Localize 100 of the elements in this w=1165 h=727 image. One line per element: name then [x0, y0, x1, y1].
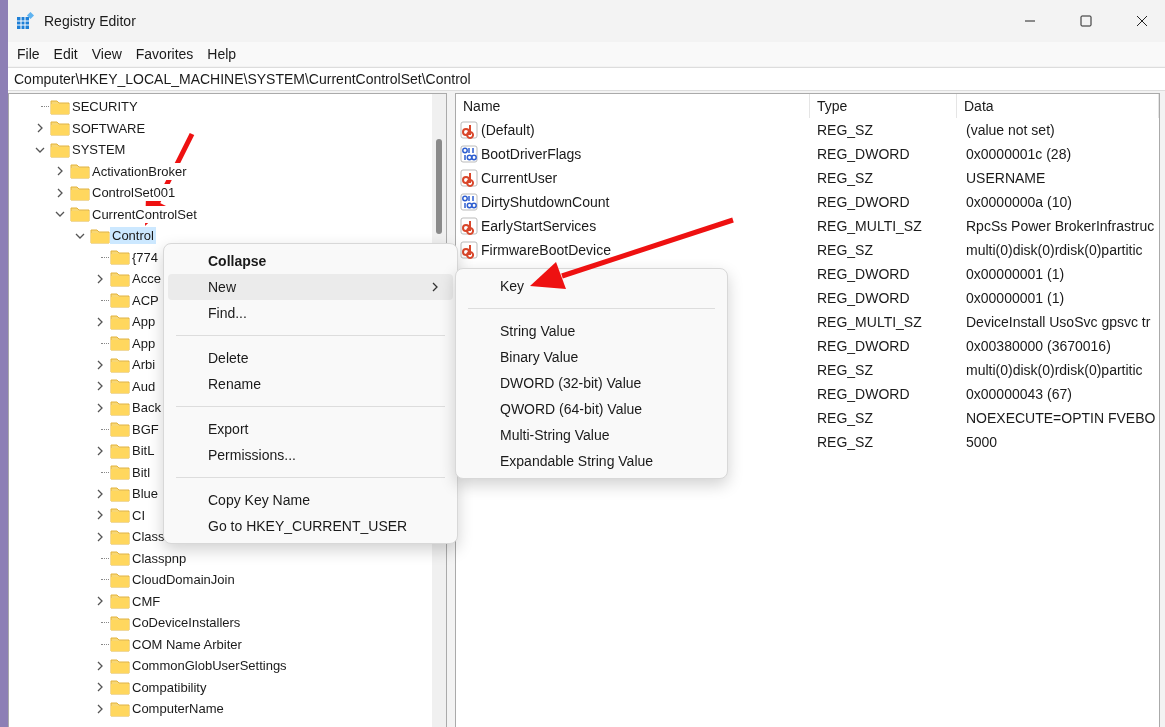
folder-icon: [110, 249, 130, 266]
folder-icon: [110, 593, 130, 610]
table-cell: multi(0)disk(0)rdisk(0)partitic: [966, 362, 1143, 378]
folder-icon: [50, 98, 70, 115]
expand-chevron-icon[interactable]: [95, 510, 105, 521]
folder-icon: [110, 528, 130, 545]
expand-chevron-icon[interactable]: [55, 166, 65, 177]
folder-icon: [110, 571, 130, 588]
tree-item[interactable]: CurrentControlSet: [90, 205, 199, 223]
table-cell: DirtyShutdownCount: [481, 194, 610, 210]
string-value-icon: [460, 217, 478, 235]
folder-icon: [110, 700, 130, 717]
folder-icon: [110, 399, 130, 416]
folder-icon: [110, 270, 130, 287]
string-value-icon: [460, 121, 478, 139]
table-cell: 0x00000001 (1): [966, 266, 1065, 282]
expand-chevron-icon[interactable]: [95, 359, 105, 370]
table-cell: CurrentUser: [481, 170, 558, 186]
table-cell: REG_DWORD: [817, 194, 910, 210]
menu-item[interactable]: Binary Value: [460, 344, 723, 370]
expand-chevron-icon[interactable]: [95, 660, 105, 671]
menu-item[interactable]: DWORD (32-bit) Value: [460, 370, 723, 396]
folder-icon: [50, 141, 70, 158]
folder-icon: [110, 679, 130, 696]
table-cell: 5000: [966, 434, 998, 450]
menu-bar-item[interactable]: View: [84, 46, 129, 62]
table-cell: REG_DWORD: [817, 338, 910, 354]
tree-item[interactable]: ActivationBroker: [90, 162, 189, 180]
folder-icon: [110, 464, 130, 481]
menu-item[interactable]: Key: [460, 273, 723, 299]
expand-chevron-icon[interactable]: [95, 445, 105, 456]
expand-chevron-icon[interactable]: [95, 402, 105, 413]
folder-icon: [70, 163, 90, 180]
folder-icon: [110, 313, 130, 330]
table-cell: 0x0000000a (10): [966, 194, 1072, 210]
table-cell: multi(0)disk(0)rdisk(0)partitic: [966, 242, 1143, 258]
table-cell: REG_DWORD: [817, 290, 910, 306]
expand-chevron-icon[interactable]: [35, 123, 45, 134]
menu-item[interactable]: QWORD (64-bit) Value: [460, 396, 723, 422]
table-cell: FirmwareBootDevice: [481, 242, 611, 258]
menu-item[interactable]: Export: [168, 416, 453, 442]
column-header[interactable]: Name: [456, 94, 810, 118]
table-cell: REG_SZ: [817, 410, 873, 426]
menu-item[interactable]: New: [168, 274, 453, 300]
folder-icon: [110, 335, 130, 352]
expand-chevron-icon[interactable]: [95, 488, 105, 499]
menu-item[interactable]: Expandable String Value: [460, 448, 723, 474]
folder-icon: [70, 206, 90, 223]
folder-icon: [110, 421, 130, 438]
folder-icon: [110, 356, 130, 373]
expand-chevron-icon[interactable]: [95, 703, 105, 714]
folder-icon: [110, 485, 130, 502]
menu-item[interactable]: String Value: [460, 318, 723, 344]
menu-bar-item[interactable]: Edit: [46, 46, 85, 62]
menu-item[interactable]: Rename: [168, 371, 453, 397]
expand-chevron-icon[interactable]: [95, 273, 105, 284]
table-cell: REG_MULTI_SZ: [817, 218, 922, 234]
menu-item[interactable]: Multi-String Value: [460, 422, 723, 448]
menu-item[interactable]: Collapse: [168, 248, 453, 274]
string-value-icon: [460, 241, 478, 259]
table-cell: REG_DWORD: [817, 386, 910, 402]
menu-bar-item[interactable]: File: [10, 46, 47, 62]
address-bar[interactable]: Computer\HKEY_LOCAL_MACHINE\SYSTEM\CurrentControlSet\Control: [8, 67, 1165, 91]
folder-icon: [110, 507, 130, 524]
table-cell: 0x00000001 (1): [966, 290, 1065, 306]
folder-icon: [110, 292, 130, 309]
table-cell: (Default): [481, 122, 535, 138]
menu-item[interactable]: Go to HKEY_CURRENT_USER: [168, 513, 453, 539]
menu-item[interactable]: Delete: [168, 345, 453, 371]
app-icon: [16, 12, 34, 30]
folder-icon: [50, 120, 70, 137]
folder-icon: [110, 614, 130, 631]
menu-item[interactable]: Permissions...: [168, 442, 453, 468]
expand-chevron-icon[interactable]: [95, 682, 105, 693]
menu-bar-item[interactable]: Favorites: [128, 46, 201, 62]
expand-chevron-icon[interactable]: [95, 596, 105, 607]
tree-item[interactable]: Control: [110, 227, 156, 245]
folder-icon: [70, 184, 90, 201]
table-cell: BootDriverFlags: [481, 146, 582, 162]
column-header[interactable]: Data: [957, 94, 1159, 118]
menu-item[interactable]: Copy Key Name: [168, 487, 453, 513]
table-cell: REG_DWORD: [817, 266, 910, 282]
table-cell: 0x0000001c (28): [966, 146, 1072, 162]
table-cell: 0x00380000 (3670016): [966, 338, 1111, 354]
window-title: Registry Editor: [44, 13, 137, 29]
expand-chevron-icon[interactable]: [55, 187, 65, 198]
table-cell: EarlyStartServices: [481, 218, 597, 234]
table-cell: DeviceInstall UsoSvc gpsvc tr: [966, 314, 1151, 330]
expand-chevron-icon[interactable]: [95, 531, 105, 542]
binary-value-icon: [460, 145, 478, 163]
column-header[interactable]: Type: [810, 94, 957, 118]
menu-bar-item[interactable]: Help: [200, 46, 244, 62]
folder-icon: [110, 442, 130, 459]
table-cell: REG_MULTI_SZ: [817, 314, 922, 330]
table-cell: RpcSs Power BrokerInfrastruc: [966, 218, 1155, 234]
expand-chevron-icon[interactable]: [95, 316, 105, 327]
menu-item[interactable]: Find...: [168, 300, 453, 326]
expand-chevron-icon[interactable]: [95, 381, 105, 392]
table-cell: (value not set): [966, 122, 1055, 138]
tree-item[interactable]: ControlSet001: [90, 184, 178, 202]
